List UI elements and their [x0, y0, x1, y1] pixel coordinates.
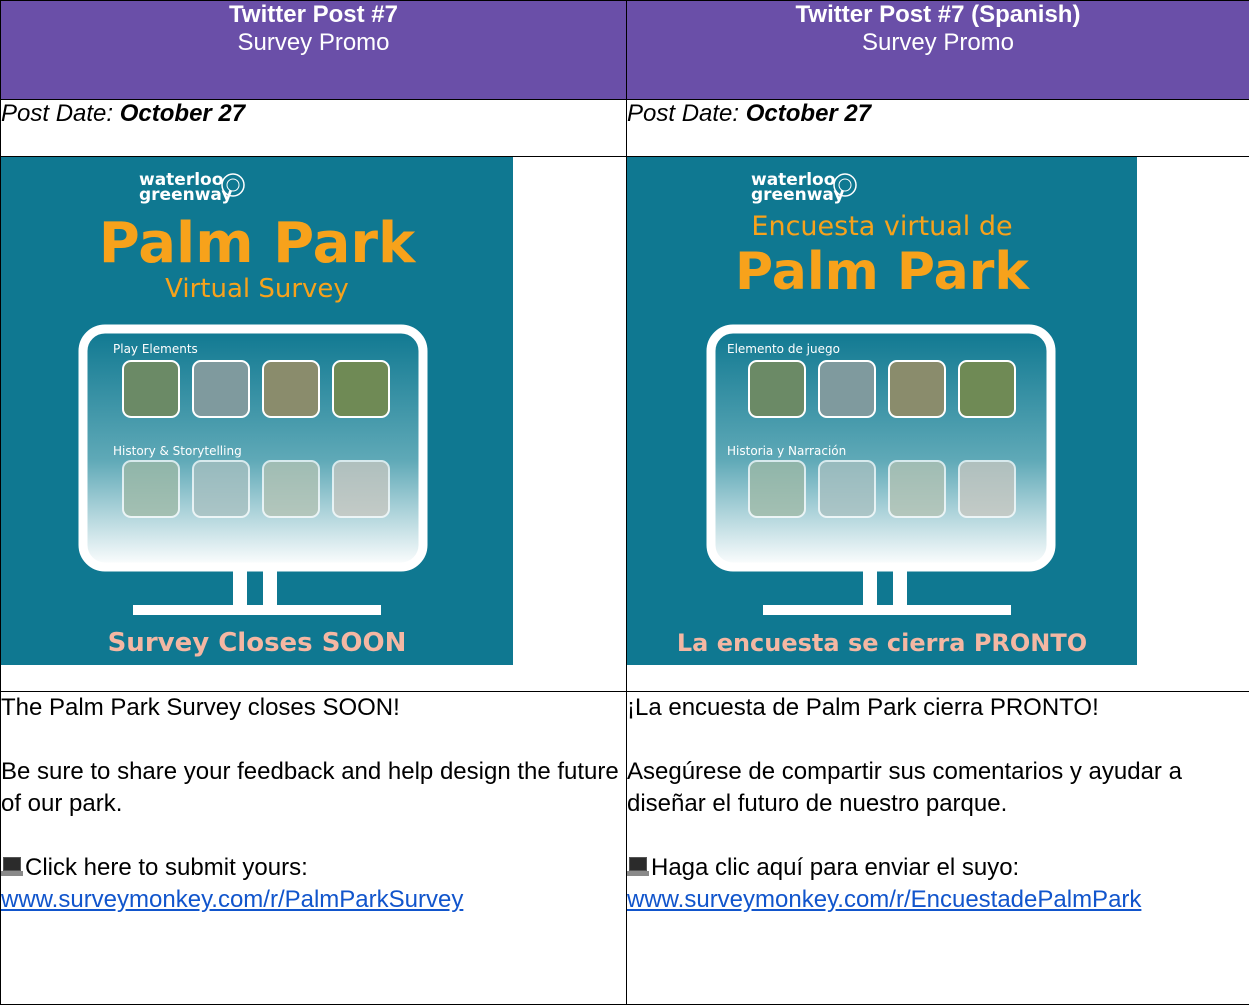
- cta-text: Click here to submit yours:: [25, 854, 308, 881]
- image-row: waterloo greenway Palm Park Virtual Surv…: [1, 157, 1249, 692]
- body-row: The Palm Park Survey closes SOON! Be sur…: [1, 692, 1249, 1005]
- post-cta: Haga clic aquí para enviar el suyo: www.s…: [627, 852, 1249, 916]
- post-cta: Click here to submit yours: www.surveymon…: [1, 852, 626, 916]
- date-row: Post Date: October 27 Post Date: October…: [1, 100, 1249, 157]
- poster-image-spanish: waterloo greenway Encuesta virtual de Pa…: [627, 157, 1137, 665]
- laptop-icon: [1, 857, 23, 877]
- monitor-base: [763, 605, 1011, 615]
- posts-table: Twitter Post #7 Survey Promo Twitter Pos…: [0, 0, 1249, 1005]
- section-label: Play Elements: [113, 342, 198, 356]
- section-label: Historia y Narración: [727, 444, 846, 458]
- header-right: Twitter Post #7 (Spanish) Survey Promo: [627, 1, 1249, 100]
- section-label: Elemento de juego: [727, 342, 840, 356]
- post-headline: The Palm Park Survey closes SOON!: [1, 692, 626, 724]
- section-label: History & Storytelling: [113, 444, 242, 458]
- post-date-label: Post Date:: [1, 100, 120, 127]
- post-headline: ¡La encuesta de Palm Park cierra PRONTO!: [627, 692, 1249, 724]
- post-body-right: ¡La encuesta de Palm Park cierra PRONTO!…: [627, 692, 1249, 1005]
- header-subtitle: Survey Promo: [1, 29, 626, 57]
- header-title: Twitter Post #7 (Spanish): [627, 1, 1249, 29]
- poster-cell-left: waterloo greenway Palm Park Virtual Surv…: [1, 157, 627, 692]
- post-paragraph: Asegúrese de compartir sus comentarios y…: [627, 756, 1249, 820]
- poster-footer: Survey Closes SOON: [108, 628, 407, 658]
- post-date-value: October 27: [746, 100, 871, 127]
- poster-title: Palm Park: [735, 242, 1030, 302]
- monitor-base: [133, 605, 381, 615]
- header-row: Twitter Post #7 Survey Promo Twitter Pos…: [1, 1, 1249, 100]
- brand-name: greenway: [751, 185, 844, 205]
- post-date-label: Post Date:: [627, 100, 746, 127]
- poster-subtitle: Virtual Survey: [165, 274, 349, 304]
- post-date-left: Post Date: October 27: [1, 100, 627, 157]
- poster-footer: La encuesta se cierra PRONTO: [677, 629, 1087, 657]
- laptop-icon: [627, 857, 649, 877]
- survey-link[interactable]: www.surveymonkey.com/r/PalmParkSurvey: [1, 886, 463, 913]
- post-body-left: The Palm Park Survey closes SOON! Be sur…: [1, 692, 627, 1005]
- post-paragraph: Be sure to share your feedback and help …: [1, 756, 626, 820]
- header-subtitle: Survey Promo: [627, 29, 1249, 57]
- monitor-stand: [233, 571, 247, 607]
- header-title: Twitter Post #7: [1, 1, 626, 29]
- poster-subtitle: Encuesta virtual de: [751, 211, 1012, 242]
- survey-link[interactable]: www.surveymonkey.com/r/EncuestadePalmPar…: [627, 886, 1141, 913]
- brand-name: greenway: [139, 185, 232, 205]
- document: Twitter Post #7 Survey Promo Twitter Pos…: [0, 0, 1249, 1001]
- post-date-value: October 27: [120, 100, 245, 127]
- poster-cell-right: waterloo greenway Encuesta virtual de Pa…: [627, 157, 1249, 692]
- post-date-right: Post Date: October 27: [627, 100, 1249, 157]
- cta-text: Haga clic aquí para enviar el suyo:: [651, 854, 1019, 881]
- header-left: Twitter Post #7 Survey Promo: [1, 1, 627, 100]
- poster-title: Palm Park: [99, 211, 417, 276]
- monitor-stand: [863, 571, 877, 607]
- poster-image-english: waterloo greenway Palm Park Virtual Surv…: [1, 157, 513, 665]
